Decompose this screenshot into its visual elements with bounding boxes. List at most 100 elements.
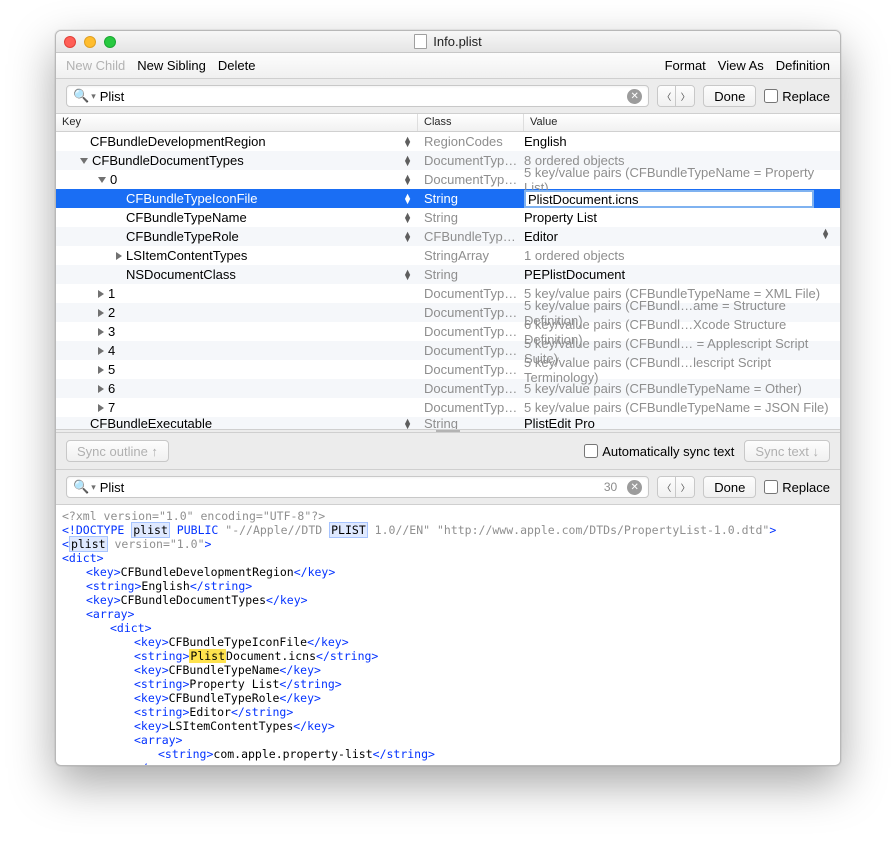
titlebar: Info.plist — [56, 31, 840, 53]
outline-row[interactable]: LSItemContentTypes StringArray1 ordered o… — [56, 246, 840, 265]
chevron-down-icon[interactable]: ▾ — [91, 91, 96, 102]
clear-icon[interactable]: ✕ — [627, 89, 642, 104]
delete-button[interactable]: Delete — [218, 58, 256, 73]
outline-row[interactable]: CFBundleTypeIconFile▲▼StringPlistDocumen… — [56, 189, 840, 208]
value-cell[interactable]: Property List — [524, 210, 840, 225]
outline-header: Key Class Value — [56, 114, 840, 132]
key-label: 4 — [108, 343, 115, 358]
key-label: 1 — [108, 286, 115, 301]
value-cell[interactable]: PlistEdit Pro — [524, 416, 840, 429]
value-cell[interactable]: 1 ordered objects — [524, 248, 840, 263]
disclosure-triangle-icon[interactable] — [98, 404, 104, 412]
format-menu[interactable]: Format — [665, 58, 706, 73]
chevron-down-icon[interactable]: ▾ — [91, 482, 96, 493]
stepper-icon[interactable]: ▲▼ — [403, 137, 412, 147]
text-search-field[interactable]: 🔍 ▾ 30 ✕ — [66, 476, 649, 498]
text-search-bar: 🔍 ▾ 30 ✕ 〈 〉 Done Replace — [56, 469, 840, 505]
view-as-menu[interactable]: View As — [718, 58, 764, 73]
prev-result-button[interactable]: 〈 — [658, 86, 676, 106]
new-sibling-button[interactable]: New Sibling — [137, 58, 206, 73]
value-edit-input[interactable]: PlistDocument.icns — [524, 190, 814, 208]
column-value[interactable]: Value — [524, 114, 840, 131]
outline-search-input[interactable] — [100, 89, 624, 104]
key-label: 6 — [108, 381, 115, 396]
value-cell[interactable]: English — [524, 134, 840, 149]
text-result-stepper[interactable]: 〈 〉 — [657, 476, 695, 498]
replace-toggle[interactable]: Replace — [764, 480, 830, 495]
stepper-icon[interactable]: ▲▼ — [403, 270, 412, 280]
disclosure-triangle-icon[interactable] — [98, 177, 106, 183]
class-label: DocumentTyp… — [418, 381, 524, 396]
replace-toggle[interactable]: Replace — [764, 89, 830, 104]
disclosure-triangle-icon[interactable] — [98, 385, 104, 393]
disclosure-triangle-icon[interactable] — [98, 328, 104, 336]
class-label: DocumentTyp… — [418, 153, 524, 168]
outline-row[interactable]: CFBundleTypeRole▲▼CFBundleTyp…Editor▲▼ — [56, 227, 840, 246]
search-icon: 🔍 — [73, 479, 89, 495]
outline-row[interactable]: 0▲▼DocumentTyp…5 key/value pairs (CFBund… — [56, 170, 840, 189]
outline-row[interactable]: 7 DocumentTyp…5 key/value pairs (CFBundle… — [56, 398, 840, 417]
outline-row[interactable]: 5DocumentTyp…5 key/value pairs (CFBundl…… — [56, 360, 840, 379]
stepper-icon[interactable]: ▲▼ — [403, 175, 412, 185]
key-label: CFBundleDevelopmentRegion — [90, 134, 266, 149]
outline-row[interactable]: 6 DocumentTyp…5 key/value pairs (CFBundle… — [56, 379, 840, 398]
outline-row[interactable]: CFBundleTypeName▲▼StringProperty List — [56, 208, 840, 227]
window-title: Info.plist — [433, 34, 481, 49]
outline-search-field[interactable]: 🔍 ▾ ✕ — [66, 85, 649, 107]
class-label: DocumentTyp… — [418, 400, 524, 415]
next-result-button[interactable]: 〉 — [676, 86, 694, 106]
disclosure-triangle-icon[interactable] — [98, 290, 104, 298]
value-cell[interactable]: 5 key/value pairs (CFBundleTypeName = JS… — [524, 400, 840, 415]
next-result-button[interactable]: 〉 — [676, 477, 694, 497]
value-cell[interactable]: PlistDocument.icns — [524, 190, 840, 208]
class-label: DocumentTyp… — [418, 343, 524, 358]
outline-view[interactable]: CFBundleDevelopmentRegion ▲▼ RegionCodesEn… — [56, 132, 840, 429]
value-cell[interactable]: 5 key/value pairs (CFBundleTypeName = Ot… — [524, 381, 840, 396]
value-cell[interactable]: PEPlistDocument — [524, 267, 840, 282]
disclosure-triangle-icon[interactable] — [98, 347, 104, 355]
xml-text-editor[interactable]: <?xml version="1.0" encoding="UTF-8"?><!… — [56, 505, 840, 765]
clear-icon[interactable]: ✕ — [627, 480, 642, 495]
stepper-icon[interactable]: ▲▼ — [403, 213, 412, 223]
value-cell[interactable]: Editor▲▼ — [524, 229, 840, 244]
done-button[interactable]: Done — [703, 85, 756, 107]
disclosure-triangle-icon[interactable] — [98, 366, 104, 374]
key-label: 0 — [110, 172, 117, 187]
stepper-icon[interactable]: ▲▼ — [403, 232, 412, 242]
key-label: CFBundleTypeIconFile — [126, 191, 258, 206]
definition-menu[interactable]: Definition — [776, 58, 830, 73]
class-label: DocumentTyp… — [418, 286, 524, 301]
disclosure-triangle-icon[interactable] — [98, 309, 104, 317]
stepper-icon[interactable]: ▲▼ — [403, 156, 412, 166]
column-key[interactable]: Key — [56, 114, 418, 131]
key-label: CFBundleDocumentTypes — [92, 153, 244, 168]
sync-outline-button[interactable]: Sync outline ↑ — [66, 440, 169, 462]
key-label: 7 — [108, 400, 115, 415]
toolbar: New Child New Sibling Delete Format View… — [56, 53, 840, 79]
column-class[interactable]: Class — [418, 114, 524, 131]
class-label: String — [418, 210, 524, 225]
done-button[interactable]: Done — [703, 476, 756, 498]
outline-search-bar: 🔍 ▾ ✕ 〈 〉 Done Replace — [56, 79, 840, 114]
outline-row[interactable]: CFBundleDevelopmentRegion ▲▼ RegionCodesEn… — [56, 132, 840, 151]
sync-text-button[interactable]: Sync text ↓ — [744, 440, 830, 462]
key-label: LSItemContentTypes — [126, 248, 247, 263]
stepper-icon[interactable]: ▲▼ — [821, 229, 830, 239]
disclosure-triangle-icon[interactable] — [116, 252, 122, 260]
stepper-icon[interactable]: ▲▼ — [403, 419, 412, 429]
key-label: CFBundleTypeRole — [126, 229, 239, 244]
outline-row[interactable]: NSDocumentClass▲▼StringPEPlistDocument — [56, 265, 840, 284]
new-child-button[interactable]: New Child — [66, 58, 125, 73]
disclosure-triangle-icon[interactable] — [80, 158, 88, 164]
outline-row[interactable]: CFBundleExecutable▲▼StringPlistEdit Pro — [56, 417, 840, 429]
value-cell[interactable]: 5 key/value pairs (CFBundl…lescript Scri… — [524, 355, 840, 385]
text-search-input[interactable] — [100, 480, 604, 495]
app-window: Info.plist New Child New Sibling Delete … — [55, 30, 841, 766]
search-result-stepper[interactable]: 〈 〉 — [657, 85, 695, 107]
class-label: StringArray — [418, 248, 524, 263]
stepper-icon[interactable]: ▲▼ — [403, 194, 412, 204]
class-label: RegionCodes — [418, 134, 524, 149]
key-label: 3 — [108, 324, 115, 339]
prev-result-button[interactable]: 〈 — [658, 477, 676, 497]
auto-sync-toggle[interactable]: Automatically sync text — [584, 444, 734, 459]
